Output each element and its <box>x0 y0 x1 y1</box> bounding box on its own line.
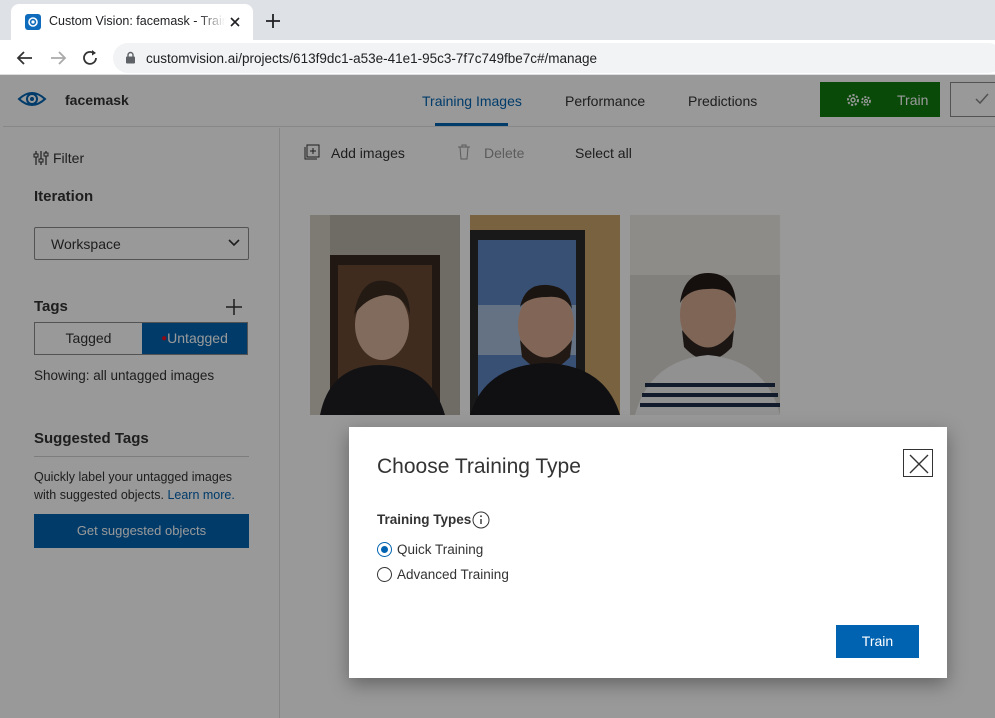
forward-arrow-icon[interactable] <box>47 47 69 69</box>
back-arrow-icon[interactable] <box>14 47 36 69</box>
dialog-train-button[interactable]: Train <box>836 625 919 658</box>
browser-tab-strip: Custom Vision: facemask - Training Image… <box>0 0 995 40</box>
training-types-label: Training Types <box>377 512 472 527</box>
close-icon <box>909 454 929 474</box>
quick-training-radio[interactable] <box>377 542 392 557</box>
custom-vision-favicon-icon <box>25 14 41 30</box>
address-bar[interactable]: customvision.ai/projects/613f9dc1-a53e-4… <box>113 43 995 73</box>
close-tab-icon[interactable] <box>227 14 243 30</box>
url-text: customvision.ai/projects/613f9dc1-a53e-4… <box>146 51 598 66</box>
tab-title: Custom Vision: facemask - Training Image… <box>49 14 225 28</box>
advanced-training-radio[interactable] <box>377 567 392 582</box>
lock-icon <box>126 51 135 64</box>
advanced-training-label: Advanced Training <box>397 567 509 582</box>
browser-toolbar: customvision.ai/projects/613f9dc1-a53e-4… <box>0 40 995 75</box>
dialog-close-button[interactable] <box>903 449 933 477</box>
reload-icon[interactable] <box>79 47 101 69</box>
dialog-title: Choose Training Type <box>377 455 581 478</box>
info-icon[interactable] <box>472 511 490 529</box>
quick-training-label: Quick Training <box>397 542 484 557</box>
browser-tab[interactable]: Custom Vision: facemask - Training Image… <box>11 4 253 40</box>
new-tab-icon[interactable] <box>264 12 282 30</box>
choose-training-type-dialog: Choose Training Type Training Types Quic… <box>349 427 947 678</box>
